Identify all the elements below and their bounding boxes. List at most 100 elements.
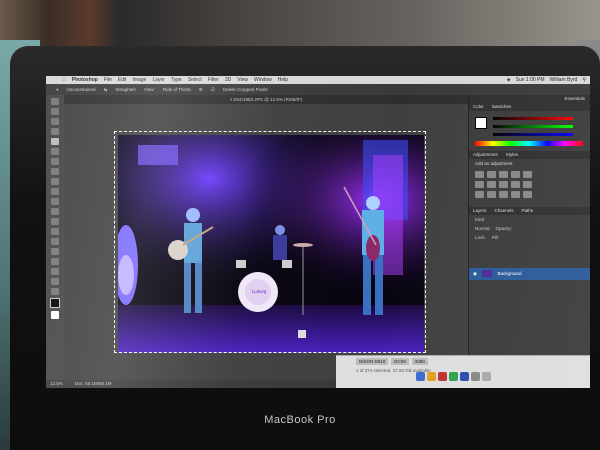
crop-tool-icon[interactable]: ⌖ xyxy=(56,84,59,95)
eye-icon[interactable]: ◉ xyxy=(473,271,477,276)
curves-icon[interactable] xyxy=(499,171,508,178)
quick-select-tool-icon[interactable] xyxy=(51,128,59,135)
menu-layer[interactable]: Layer xyxy=(152,76,165,84)
path-select-tool-icon[interactable] xyxy=(51,258,59,265)
eyedropper-tool-icon[interactable] xyxy=(51,148,59,155)
exposure-icon[interactable] xyxy=(511,171,520,178)
hue-saturation-icon[interactable] xyxy=(475,181,484,188)
delete-cropped-label: Delete Cropped Pixels xyxy=(222,87,268,92)
threshold-icon[interactable] xyxy=(499,191,508,198)
dock-trash-icon[interactable] xyxy=(482,372,491,381)
document-tab[interactable]: × DSC4983.JPG @ 12.5% (RGB/8*) xyxy=(64,95,468,104)
blend-mode-select[interactable]: Normal xyxy=(475,226,490,231)
blur-tool-icon[interactable] xyxy=(51,218,59,225)
tab-channels[interactable]: Channels xyxy=(495,207,514,215)
invert-icon[interactable] xyxy=(475,191,484,198)
levels-icon[interactable] xyxy=(487,171,496,178)
settings-gear-icon[interactable]: ⚙ xyxy=(199,84,203,95)
gradient-map-icon[interactable] xyxy=(511,191,520,198)
document-window: × DSC4983.JPG @ 12.5% (RGB/8*) Ludwig xyxy=(64,95,468,380)
path-crumb-dcim[interactable]: DCIM xyxy=(391,358,409,365)
swap-icon[interactable]: ⇆ xyxy=(104,84,108,95)
move-tool-icon[interactable] xyxy=(51,98,59,105)
tab-styles[interactable]: Styles xyxy=(506,151,518,159)
doc-size[interactable]: Doc: 65.1M/65.1M xyxy=(75,380,112,388)
zoom-level[interactable]: 12.5% xyxy=(50,380,63,388)
eraser-tool-icon[interactable] xyxy=(51,198,59,205)
dodge-tool-icon[interactable] xyxy=(51,228,59,235)
dock-app-icon[interactable] xyxy=(438,372,447,381)
shape-tool-icon[interactable] xyxy=(51,268,59,275)
search-icon[interactable]: ⚲ xyxy=(582,76,586,84)
straighten-button[interactable]: Straighten xyxy=(115,84,136,95)
dock-app-icon[interactable] xyxy=(460,372,469,381)
background-color-swatch[interactable] xyxy=(51,311,59,319)
apple-icon[interactable]:  xyxy=(62,76,66,84)
menu-filter[interactable]: Filter xyxy=(208,76,219,84)
selective-color-icon[interactable] xyxy=(523,191,532,198)
lock-label: Lock: xyxy=(475,235,486,240)
foreground-color-swatch[interactable] xyxy=(50,298,60,308)
dock-app-icon[interactable] xyxy=(416,372,425,381)
filter-kind-select[interactable]: Kind xyxy=(475,217,484,222)
menu-help[interactable]: Help xyxy=(278,76,288,84)
green-slider[interactable] xyxy=(493,125,573,128)
tab-swatches[interactable]: Swatches xyxy=(492,103,512,111)
history-brush-tool-icon[interactable] xyxy=(51,188,59,195)
tab-paths[interactable]: Paths xyxy=(522,207,534,215)
menu-3d[interactable]: 3D xyxy=(225,76,231,84)
type-tool-icon[interactable] xyxy=(51,248,59,255)
menu-edit[interactable]: Edit xyxy=(118,76,127,84)
dock-app-icon[interactable] xyxy=(427,372,436,381)
pen-tool-icon[interactable] xyxy=(51,238,59,245)
menu-select[interactable]: Select xyxy=(188,76,202,84)
healing-tool-icon[interactable] xyxy=(51,158,59,165)
overlay-select[interactable]: Rule of Thirds xyxy=(163,84,191,95)
menu-type[interactable]: Type xyxy=(171,76,182,84)
hand-tool-icon[interactable] xyxy=(51,278,59,285)
clone-stamp-tool-icon[interactable] xyxy=(51,178,59,185)
foreground-color-chip[interactable] xyxy=(475,117,487,129)
tab-layers[interactable]: Layers xyxy=(473,207,487,215)
clock-text[interactable]: Sun 1:00 PM xyxy=(516,76,545,84)
laptop-screen:  Photoshop File Edit Image Layer Type S… xyxy=(46,76,590,388)
path-crumb-camera[interactable]: NIKON D610 xyxy=(356,358,389,365)
delete-cropped-checkbox[interactable]: ☑ xyxy=(211,84,215,95)
brush-tool-icon[interactable] xyxy=(51,168,59,175)
wifi-icon[interactable]: ◈ xyxy=(507,76,511,84)
channel-mixer-icon[interactable] xyxy=(523,181,532,188)
menu-file[interactable]: File xyxy=(104,76,112,84)
posterize-icon[interactable] xyxy=(487,191,496,198)
lasso-tool-icon[interactable] xyxy=(51,118,59,125)
ratio-select[interactable]: Unconstrained xyxy=(67,84,96,95)
marquee-tool-icon[interactable] xyxy=(51,108,59,115)
dock-app-icon[interactable] xyxy=(449,372,458,381)
tab-color[interactable]: Color xyxy=(473,103,484,111)
photo-filter-icon[interactable] xyxy=(511,181,520,188)
zoom-tool-icon[interactable] xyxy=(51,288,59,295)
layer-row-background[interactable]: ◉ Background xyxy=(469,268,590,280)
dock-app-icon[interactable] xyxy=(471,372,480,381)
path-crumb-folder[interactable]: 3390 xyxy=(411,358,428,365)
workspace-switcher[interactable]: Essentials xyxy=(564,95,585,103)
color-panel-tabs: Color Swatches xyxy=(469,103,590,111)
tab-adjustments[interactable]: Adjustments xyxy=(473,151,498,159)
crop-marquee[interactable] xyxy=(114,131,426,353)
close-icon[interactable]: × xyxy=(230,97,233,102)
blue-slider[interactable] xyxy=(493,133,573,136)
crop-tool-icon[interactable] xyxy=(51,138,59,145)
black-white-icon[interactable] xyxy=(499,181,508,188)
user-name[interactable]: William Byrd xyxy=(550,76,578,84)
layer-name: Background xyxy=(497,271,522,276)
spectrum-bar[interactable] xyxy=(475,141,583,146)
red-slider[interactable] xyxy=(493,117,573,120)
menu-app-name[interactable]: Photoshop xyxy=(72,76,98,84)
menu-image[interactable]: Image xyxy=(133,76,147,84)
vibrance-icon[interactable] xyxy=(523,171,532,178)
brightness-icon[interactable] xyxy=(475,171,484,178)
gradient-tool-icon[interactable] xyxy=(51,208,59,215)
menu-window[interactable]: Window xyxy=(254,76,272,84)
color-balance-icon[interactable] xyxy=(487,181,496,188)
menu-view[interactable]: View xyxy=(237,76,248,84)
dock xyxy=(416,372,491,381)
